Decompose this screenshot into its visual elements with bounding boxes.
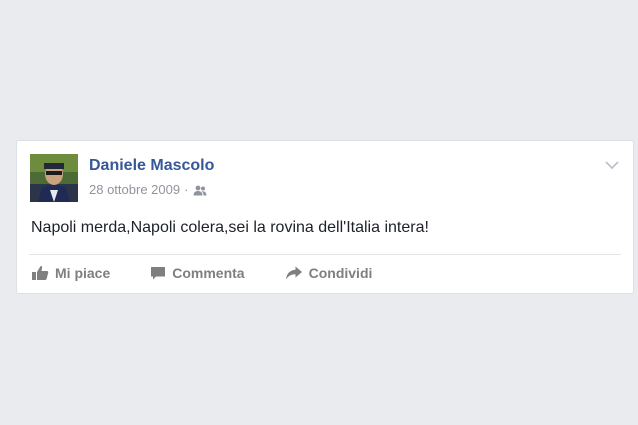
comment-label: Commenta xyxy=(172,265,245,281)
friends-icon[interactable] xyxy=(193,184,207,196)
share-arrow-icon xyxy=(285,266,302,280)
post-card: Daniele Mascolo 28 ottobre 2009 · Napoli… xyxy=(16,140,634,294)
share-button[interactable]: Condividi xyxy=(285,265,373,281)
like-button[interactable]: Mi piace xyxy=(31,265,110,281)
like-label: Mi piace xyxy=(55,265,111,281)
avatar[interactable] xyxy=(30,154,78,202)
comment-button[interactable]: Commenta xyxy=(150,265,245,281)
post-text: Napoli merda,Napoli colera,sei la rovina… xyxy=(31,219,429,236)
post-actions: Mi piace Commenta Condividi xyxy=(31,255,372,291)
author-name[interactable]: Daniele Mascolo xyxy=(89,157,214,175)
post-date[interactable]: 28 ottobre 2009 xyxy=(89,182,180,197)
comment-icon xyxy=(151,267,166,280)
thumbs-up-icon xyxy=(32,265,49,280)
chevron-down-icon[interactable] xyxy=(605,157,619,170)
share-label: Condividi xyxy=(308,265,373,281)
meta-separator: · xyxy=(184,182,189,197)
post-meta: 28 ottobre 2009 · xyxy=(89,182,207,197)
